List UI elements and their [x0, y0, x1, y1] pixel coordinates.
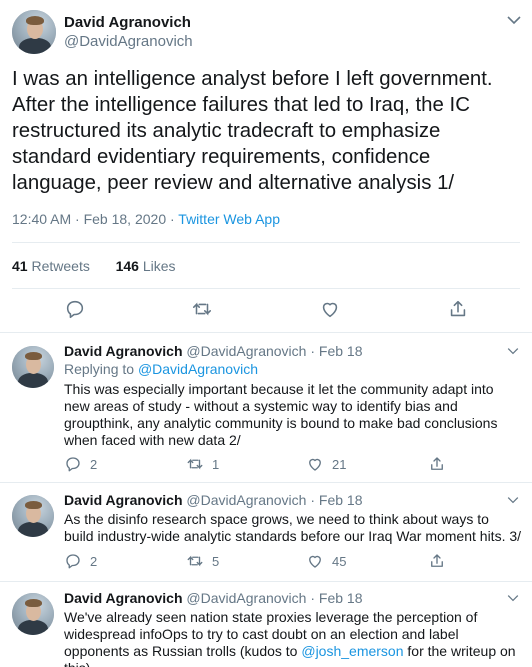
reply-icon [66, 554, 80, 569]
likes-stat[interactable]: 146 Likes [116, 258, 176, 274]
retweet-count: 1 [212, 456, 220, 472]
reply-header: David Agranovich @DavidAgranovich · Feb … [64, 590, 362, 606]
reply-icon [66, 457, 80, 472]
like-count: 45 [332, 553, 347, 569]
like-icon[interactable] [319, 298, 341, 320]
replying-to: Replying to @DavidAgranovich [64, 361, 258, 377]
tweet-text: We've already seen nation state proxies … [64, 609, 516, 667]
avatar[interactable] [12, 593, 54, 635]
chevron-down-icon[interactable] [507, 344, 519, 358]
retweet-button[interactable]: 5 [186, 552, 219, 570]
reply-tweet[interactable]: David Agranovich @DavidAgranovich · Feb … [0, 336, 532, 482]
reply-button[interactable]: 2 [64, 552, 97, 570]
retweet-icon [187, 458, 203, 470]
tweet-stats: 41 Retweets 146 Likes [12, 258, 176, 274]
retweet-icon[interactable] [191, 298, 213, 320]
mention-link[interactable]: @DavidAgranovich [138, 361, 258, 377]
source-app-link[interactable]: Twitter Web App [178, 211, 280, 227]
tweet-actions: 2 1 21 [64, 455, 504, 475]
reply-icon[interactable] [64, 298, 86, 320]
share-button[interactable] [428, 455, 446, 473]
retweet-icon [187, 555, 203, 567]
author-name[interactable]: David Agranovich [64, 14, 191, 31]
share-button[interactable] [428, 552, 446, 570]
divider [0, 332, 532, 333]
retweet-button[interactable]: 1 [186, 455, 219, 473]
tweet-text: I was an intelligence analyst before I l… [12, 68, 493, 194]
reply-button[interactable]: 2 [64, 455, 97, 473]
avatar[interactable] [12, 10, 56, 54]
main-tweet: David Agranovich @DavidAgranovich I was … [0, 0, 532, 335]
divider [0, 581, 532, 582]
tweet-actions [0, 290, 532, 330]
author-name[interactable]: David Agranovich [64, 590, 183, 606]
reply-count: 2 [90, 456, 98, 472]
reply-tweet[interactable]: David Agranovich @DavidAgranovich · Feb … [0, 485, 532, 581]
tweet-actions: 2 5 45 [64, 552, 504, 572]
reply-header: David Agranovich @DavidAgranovich · Feb … [64, 343, 362, 359]
like-icon [309, 458, 321, 471]
share-icon[interactable] [447, 298, 469, 320]
avatar[interactable] [12, 495, 54, 537]
divider [12, 242, 520, 243]
like-button[interactable]: 21 [306, 455, 346, 473]
share-icon [431, 457, 443, 470]
tweet-text: As the disinfo research space grows, we … [64, 511, 522, 544]
chevron-down-icon[interactable] [507, 14, 521, 28]
author-name[interactable]: David Agranovich [64, 492, 183, 508]
author-handle[interactable]: @DavidAgranovich [64, 33, 193, 50]
like-icon [309, 555, 321, 568]
tweet-meta: 12:40 AM · Feb 18, 2020 · Twitter Web Ap… [12, 211, 280, 227]
author-handle-date[interactable]: @DavidAgranovich · Feb 18 [186, 590, 362, 606]
retweets-stat[interactable]: 41 Retweets [12, 258, 90, 274]
like-count: 21 [332, 456, 347, 472]
author-name[interactable]: David Agranovich [64, 343, 183, 359]
mention-link[interactable]: @josh_emerson [301, 643, 403, 659]
author-handle-date[interactable]: @DavidAgranovich · Feb 18 [186, 343, 362, 359]
chevron-down-icon[interactable] [507, 591, 519, 605]
retweet-count: 5 [212, 553, 220, 569]
share-icon [431, 554, 443, 567]
chevron-down-icon[interactable] [507, 493, 519, 507]
divider [0, 482, 532, 483]
author-handle-date[interactable]: @DavidAgranovich · Feb 18 [186, 492, 362, 508]
reply-header: David Agranovich @DavidAgranovich · Feb … [64, 492, 362, 508]
reply-tweet[interactable]: David Agranovich @DavidAgranovich · Feb … [0, 583, 532, 667]
tweet-text: This was especially important because it… [64, 381, 498, 448]
divider [12, 288, 520, 289]
like-button[interactable]: 45 [306, 552, 346, 570]
avatar[interactable] [12, 346, 54, 388]
reply-count: 2 [90, 553, 98, 569]
timestamp[interactable]: 12:40 AM · Feb 18, 2020 · [12, 211, 178, 227]
